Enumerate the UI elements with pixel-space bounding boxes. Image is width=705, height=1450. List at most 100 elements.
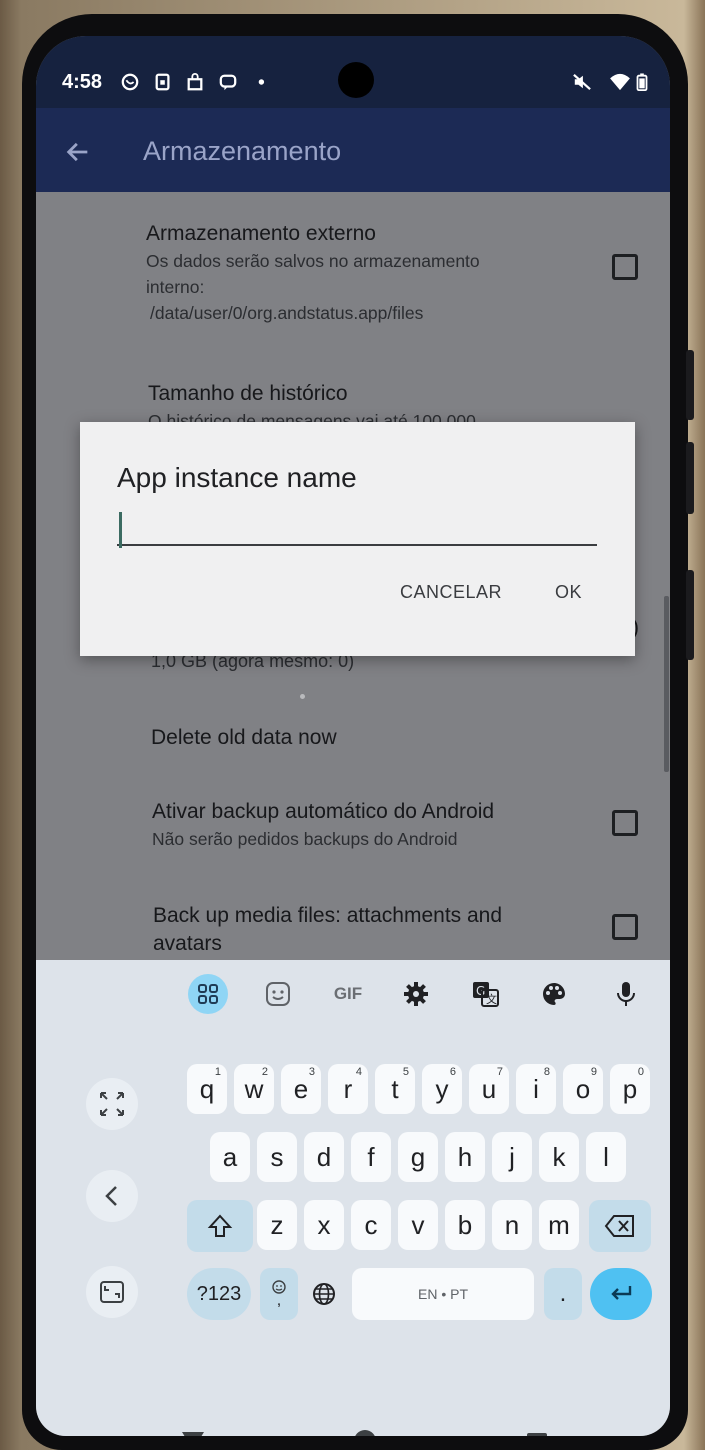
key-label: q — [199, 1073, 215, 1104]
key-q[interactable]: q1 — [187, 1064, 227, 1114]
gif-button[interactable]: GIF — [328, 974, 368, 1014]
key-label: h — [457, 1141, 473, 1172]
shift-key[interactable] — [187, 1200, 253, 1252]
key-label: o — [575, 1073, 591, 1104]
backspace-key[interactable] — [589, 1200, 651, 1252]
key-o[interactable]: o9 — [563, 1064, 603, 1114]
pref-title: Delete old data now — [151, 726, 337, 749]
mute-icon — [573, 73, 591, 91]
arrow-back-icon[interactable] — [64, 138, 92, 166]
key-r[interactable]: r4 — [328, 1064, 368, 1114]
instance-name-dialog: App instance name CANCELAR OK — [80, 422, 635, 656]
key-s[interactable]: s — [257, 1132, 297, 1182]
messages-icon — [219, 74, 237, 91]
space-key[interactable]: EN • PT — [352, 1268, 534, 1320]
key-w[interactable]: w2 — [234, 1064, 274, 1114]
key-label: u — [481, 1073, 497, 1104]
emoji-comma-key[interactable]: , — [260, 1268, 298, 1320]
pref-summary-line: Os dados serão salvos no armazenamento — [146, 251, 480, 271]
comma-label: , — [276, 1292, 282, 1309]
screen: 4:58 Armazenamento Armazenamento externo… — [36, 36, 670, 1436]
recents-square-icon[interactable] — [526, 1432, 548, 1436]
sticker-icon[interactable] — [258, 974, 298, 1014]
page-title: Armazenamento — [143, 136, 342, 166]
key-t[interactable]: t5 — [375, 1064, 415, 1114]
key-hint: 5 — [402, 1066, 409, 1078]
key-c[interactable]: c — [351, 1200, 391, 1250]
key-label: l — [603, 1141, 609, 1172]
key-label: a — [222, 1141, 238, 1172]
translate-icon[interactable]: G文 — [466, 974, 506, 1014]
enter-key[interactable] — [590, 1268, 652, 1320]
pref-external-storage[interactable]: Armazenamento externo Os dados serão sal… — [146, 220, 586, 326]
pref-title: Back up media files: attachments and — [153, 904, 503, 927]
key-hint: 7 — [496, 1066, 503, 1078]
key-p[interactable]: p0 — [610, 1064, 650, 1114]
key-j[interactable]: j — [492, 1132, 532, 1182]
svg-text:文: 文 — [486, 992, 497, 1006]
pref-delete-old[interactable]: Delete old data now — [151, 724, 591, 752]
key-l[interactable]: l — [586, 1132, 626, 1182]
backup-media-checkbox[interactable] — [612, 914, 638, 940]
key-v[interactable]: v — [398, 1200, 438, 1250]
globe-icon — [313, 1283, 335, 1305]
key-e[interactable]: e3 — [281, 1064, 321, 1114]
key-d[interactable]: d — [304, 1132, 344, 1182]
key-f[interactable]: f — [351, 1132, 391, 1182]
wifi-icon — [610, 73, 630, 91]
key-label: t — [391, 1073, 399, 1104]
pref-title: Tamanho de histórico — [148, 382, 348, 405]
auto-backup-checkbox[interactable] — [612, 810, 638, 836]
symbols-key[interactable]: ?123 — [187, 1268, 251, 1320]
pref-title: Armazenamento externo — [146, 222, 376, 245]
key-h[interactable]: h — [445, 1132, 485, 1182]
key-label: z — [270, 1209, 284, 1240]
key-label: b — [457, 1209, 473, 1240]
home-circle-icon[interactable] — [352, 1428, 378, 1436]
period-key[interactable]: . — [544, 1268, 582, 1320]
globe-key[interactable] — [304, 1268, 344, 1320]
external-storage-checkbox[interactable] — [612, 254, 638, 280]
key-hint: 2 — [261, 1066, 268, 1078]
resize-keyboard-icon[interactable] — [86, 1078, 138, 1130]
chevron-left-icon[interactable] — [86, 1170, 138, 1222]
status-bar: 4:58 — [36, 36, 670, 108]
touch-dot — [300, 694, 305, 699]
key-n[interactable]: n — [492, 1200, 532, 1250]
pref-backup-media[interactable]: Back up media files: attachments and ava… — [153, 902, 593, 958]
floating-keyboard-icon[interactable] — [86, 1266, 138, 1318]
scroll-indicator[interactable] — [664, 596, 669, 772]
key-i[interactable]: i8 — [516, 1064, 556, 1114]
volume-up-button — [686, 350, 694, 420]
back-triangle-icon[interactable] — [180, 1430, 206, 1436]
key-hint: 1 — [214, 1066, 221, 1078]
cancel-button[interactable]: CANCELAR — [400, 582, 502, 603]
battery-icon — [636, 73, 648, 91]
dot-icon — [258, 79, 265, 85]
pref-auto-backup[interactable]: Ativar backup automático do Android Não … — [152, 798, 592, 852]
front-camera — [338, 62, 374, 98]
key-z[interactable]: z — [257, 1200, 297, 1250]
instance-name-input[interactable] — [117, 506, 597, 546]
key-k[interactable]: k — [539, 1132, 579, 1182]
key-hint: 0 — [637, 1066, 644, 1078]
key-label: y — [435, 1073, 449, 1104]
key-y[interactable]: y6 — [422, 1064, 462, 1114]
ok-button[interactable]: OK — [555, 582, 582, 603]
palette-icon[interactable] — [534, 974, 574, 1014]
key-label: w — [244, 1073, 264, 1104]
key-label: n — [504, 1209, 520, 1240]
pref-summary-line: interno: — [146, 277, 205, 297]
app-bar: Armazenamento — [36, 108, 670, 192]
key-b[interactable]: b — [445, 1200, 485, 1250]
key-g[interactable]: g — [398, 1132, 438, 1182]
key-hint: 6 — [449, 1066, 456, 1078]
gear-icon[interactable] — [396, 974, 436, 1014]
key-u[interactable]: u7 — [469, 1064, 509, 1114]
volume-down-button — [686, 442, 694, 514]
key-m[interactable]: m — [539, 1200, 579, 1250]
apps-grid-icon[interactable] — [188, 974, 228, 1014]
microphone-icon[interactable] — [606, 974, 646, 1014]
key-x[interactable]: x — [304, 1200, 344, 1250]
key-a[interactable]: a — [210, 1132, 250, 1182]
